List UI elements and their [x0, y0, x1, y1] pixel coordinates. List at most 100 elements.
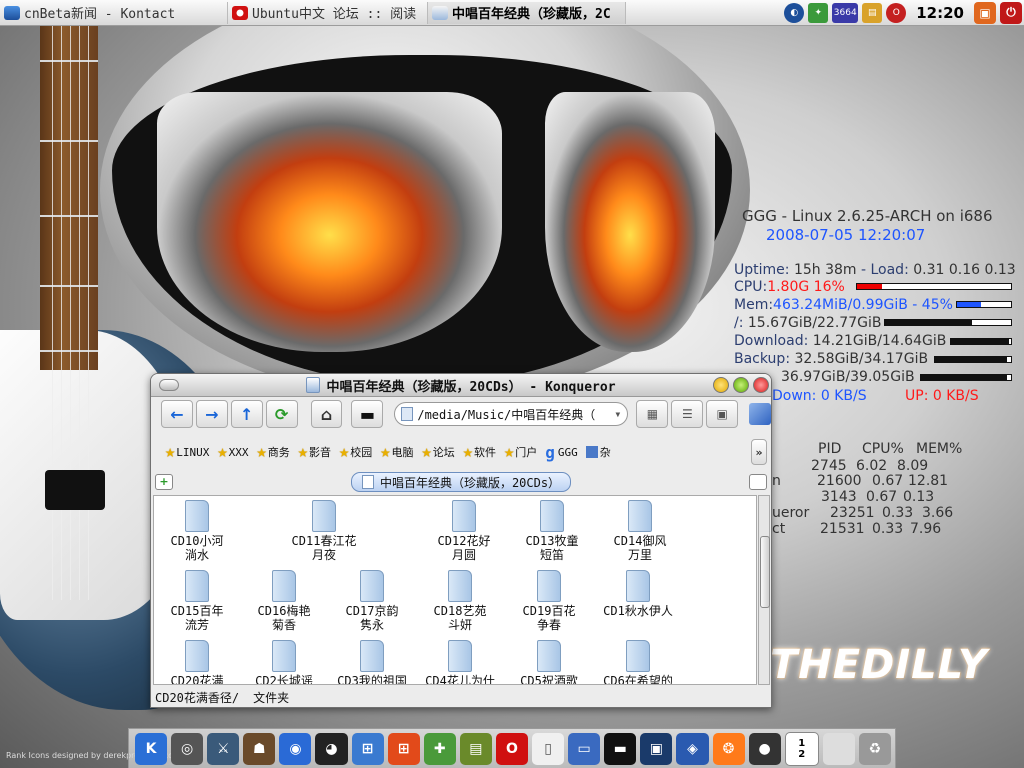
bookmark-item[interactable]: 杂: [585, 437, 611, 467]
clipboard-tray-icon[interactable]: ▤: [862, 2, 883, 23]
reload-button[interactable]: ⟳: [265, 400, 298, 428]
memory-tray-icon[interactable]: 3664: [832, 2, 859, 23]
opera-tray-icon[interactable]: O: [886, 2, 907, 23]
cross-icon[interactable]: ✚: [423, 732, 456, 765]
window-titlebar[interactable]: 中唱百年经典（珍藏版，20CDs） - Konqueror: [151, 374, 771, 397]
folder-item[interactable]: CD4花儿为什: [420, 640, 500, 684]
vertical-scrollbar[interactable]: [758, 495, 770, 685]
bookmark-folder[interactable]: ★ 软件: [463, 437, 496, 467]
display-icon[interactable]: ▣: [640, 732, 673, 765]
kde-icon[interactable]: K: [135, 732, 168, 765]
conky-proc-name: ueror: [772, 505, 810, 521]
google-earth-icon[interactable]: ◉: [279, 732, 312, 765]
bookmark-folder[interactable]: ★ 门户: [504, 437, 537, 467]
folder-item[interactable]: CD19百花 争春: [509, 570, 589, 632]
document-icon[interactable]: ▯: [532, 732, 565, 765]
windows-icon[interactable]: ⊞: [387, 732, 420, 765]
network-icon[interactable]: ⊞: [351, 732, 384, 765]
bookmark-folder[interactable]: ★ 影音: [298, 437, 331, 467]
new-tab-button[interactable]: +: [155, 474, 173, 490]
conky-proc-pid: 3143: [821, 489, 857, 505]
bookmark-google[interactable]: g GGG: [545, 437, 578, 467]
books-icon[interactable]: ▤: [459, 732, 492, 765]
back-button[interactable]: ←: [161, 400, 193, 428]
folder-item[interactable]: CD12花好 月圆: [424, 500, 504, 562]
taskbar-item-kontact[interactable]: cnBeta新闻 - Kontact: [0, 1, 228, 24]
bookmark-folder[interactable]: ★ XXX: [217, 437, 248, 467]
chevron-down-icon[interactable]: ▾: [614, 407, 621, 421]
bookmark-folder[interactable]: ★ LINUX: [165, 437, 209, 467]
opera-icon[interactable]: O: [495, 732, 529, 765]
bookmark-label: LINUX: [176, 445, 210, 459]
terminal-icon[interactable]: ▬: [604, 732, 637, 765]
counter-strike-icon[interactable]: ⚔: [207, 732, 240, 765]
gamepad-icon[interactable]: ◎: [171, 732, 204, 765]
minimize-button[interactable]: [713, 377, 729, 393]
folder-item[interactable]: CD14御风 万里: [600, 500, 680, 562]
folder-item[interactable]: CD11春江花 月夜: [284, 500, 364, 562]
network-tray-icon[interactable]: ◐: [784, 2, 805, 23]
panel-clock[interactable]: 12:20: [916, 4, 964, 22]
taskbar-item-konqueror[interactable]: 中唱百年经典（珍藏版，2C: [428, 1, 626, 24]
close-tab-button[interactable]: [749, 474, 767, 490]
location-input[interactable]: /media/Music/中唱百年经典（: [417, 406, 595, 423]
folder-item[interactable]: CD2长城谣: [244, 640, 324, 684]
conky-proc-header-cpu: CPU%: [862, 441, 904, 457]
folder-item[interactable]: CD5祝酒歌: [509, 640, 589, 684]
bookmark-folder[interactable]: ★ 论坛: [422, 437, 455, 467]
folder-item[interactable]: CD13牧童 短笛: [512, 500, 592, 562]
icon-view-button[interactable]: ▦: [636, 400, 669, 428]
monitor-icon[interactable]: ▭: [568, 732, 601, 765]
maximize-button[interactable]: [733, 377, 749, 393]
conky-download-value: 14.21GiB/14.64GiB: [812, 333, 947, 349]
location-bar[interactable]: /media/Music/中唱百年经典（ ▾: [394, 402, 629, 426]
folder-item[interactable]: CD15百年 流芳: [157, 570, 237, 632]
taskbar-item-opera[interactable]: Ubuntu中文 论坛 :: 阅读: [228, 1, 428, 24]
tab-current[interactable]: 中唱百年经典（珍藏版，20CDs）: [350, 472, 572, 492]
folder-item[interactable]: CD16梅艳 菊香: [244, 570, 324, 632]
folder-label-line: CD18艺苑: [433, 604, 487, 618]
conky-proc-mem: 0.13: [903, 489, 935, 505]
traffic-light-icon[interactable]: ●: [748, 732, 781, 765]
forward-button[interactable]: →: [195, 400, 228, 428]
detail-view-button[interactable]: ☰: [671, 400, 704, 428]
terminal-button[interactable]: ▬: [351, 400, 384, 428]
scrollbar-thumb[interactable]: [760, 536, 770, 608]
lock-screen-button[interactable]: ▣: [974, 1, 996, 24]
pager-desktop-label[interactable]: 2: [798, 749, 805, 760]
trash-icon[interactable]: ♻: [858, 732, 891, 765]
logout-button[interactable]: ⏻: [1000, 1, 1022, 24]
star-icon: ★: [339, 442, 350, 462]
pager-icon[interactable]: 12: [784, 731, 819, 766]
folder-item[interactable]: CD20花满: [157, 640, 237, 684]
window-menu-button[interactable]: [159, 379, 179, 391]
plus-icon: +: [159, 475, 169, 488]
folder-item[interactable]: CD3我的祖国: [332, 640, 412, 684]
folder-item[interactable]: CD1秋水伊人: [598, 570, 678, 618]
bookmark-folder[interactable]: ★ 商务: [257, 437, 290, 467]
home-button[interactable]: ⌂: [310, 400, 343, 428]
status-selected-type: 文件夹: [253, 690, 290, 705]
folder-icon: [626, 570, 650, 602]
konqueror-icon[interactable]: ◈: [676, 732, 709, 765]
firefox-icon[interactable]: ❂: [712, 732, 745, 765]
folder-label-line: 菊香: [271, 618, 296, 632]
update-tray-icon[interactable]: ✦: [808, 2, 829, 23]
folder-item[interactable]: CD10小河 淌水: [157, 500, 237, 562]
folder-label-line: 万里: [627, 548, 652, 562]
folder-item[interactable]: CD18艺苑 斗妍: [420, 570, 500, 632]
folder-item[interactable]: CD6在希望的: [598, 640, 678, 684]
file-view[interactable]: CD10小河 淌水 CD11春江花 月夜 CD12花好 月圆 CD13牧童 短笛 CD14御风万…: [153, 495, 757, 685]
up-button[interactable]: ↑: [230, 400, 263, 428]
bookmark-overflow-button[interactable]: »: [751, 439, 767, 465]
image-preview-button[interactable]: ▣: [706, 400, 739, 428]
folder-item[interactable]: CD17京韵 隽永: [332, 570, 412, 632]
mixer-icon[interactable]: [822, 732, 855, 765]
qq-icon[interactable]: ◕: [315, 732, 348, 765]
bookmark-folder[interactable]: ★ 电脑: [380, 437, 413, 467]
warcraft-icon[interactable]: ☗: [243, 732, 276, 765]
close-button[interactable]: [753, 377, 769, 393]
bookmark-folder[interactable]: ★ 校园: [339, 437, 372, 467]
pager-desktop-label[interactable]: 1: [798, 738, 805, 749]
status-bar: CD20花满香径/ 文件夹: [151, 687, 771, 707]
